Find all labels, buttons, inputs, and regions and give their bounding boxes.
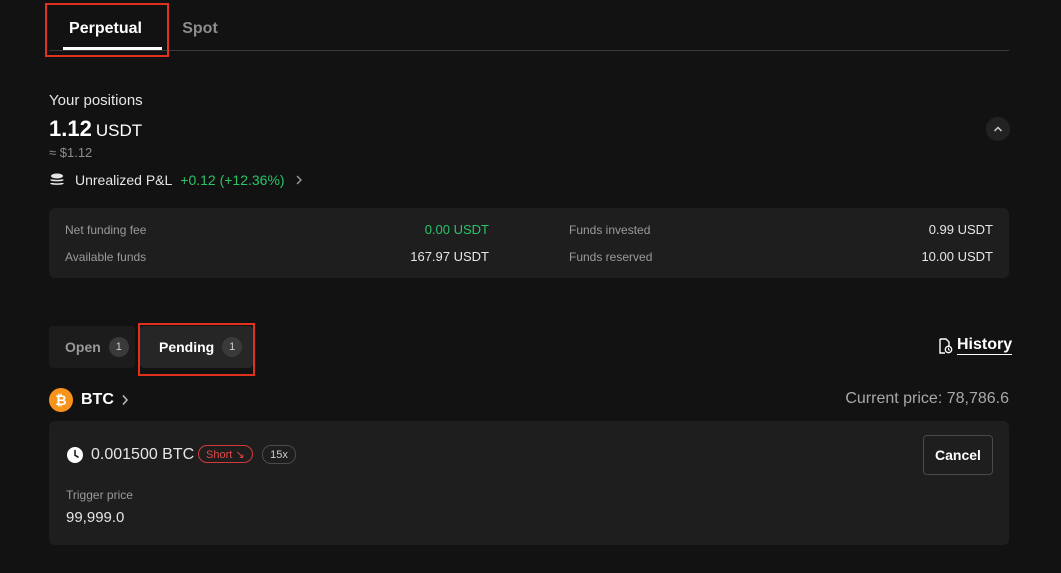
net-funding-fee-label: Net funding fee <box>65 223 147 237</box>
funds-invested-value: 0.99 USDT <box>928 222 993 237</box>
highlight-box-perpetual <box>45 3 169 57</box>
open-tab-label: Open <box>65 339 101 355</box>
btc-logo-icon: ₿ <box>49 388 73 412</box>
positions-amount: 1.12 USDT <box>49 116 142 142</box>
leverage-badge: 15x <box>262 445 296 464</box>
history-label: History <box>957 336 1013 355</box>
unrealized-pnl-row[interactable]: Unrealized P&L +0.12 (+12.36%) <box>49 170 303 190</box>
current-price: Current price: 78,786.6 <box>845 390 1009 407</box>
order-size: 0.001500 BTC <box>91 446 195 463</box>
net-funding-fee-value: 0.00 USDT <box>424 222 489 237</box>
positions-amount-value: 1.12 <box>49 116 92 141</box>
funds-summary-panel <box>49 208 1009 278</box>
funds-reserved-value: 10.00 USDT <box>921 249 993 264</box>
tab-open-orders[interactable]: Open 1 <box>49 326 135 368</box>
open-count-badge: 1 <box>108 337 129 357</box>
funds-invested-label: Funds invested <box>569 223 651 237</box>
pnl-value: +0.12 (+12.36%) <box>180 172 285 188</box>
trigger-price-label: Trigger price <box>66 488 133 502</box>
funds-reserved-label: Funds reserved <box>569 250 653 264</box>
pending-order-card <box>49 421 1009 545</box>
coins-stack-icon <box>50 173 64 185</box>
positions-approx-usd: ≈ $1.12 <box>49 145 93 160</box>
highlight-box-pending <box>138 323 255 376</box>
short-side-badge: Short ↘ <box>198 445 253 463</box>
tab-spot[interactable]: Spot <box>170 8 230 50</box>
positions-label: Your positions <box>49 92 143 109</box>
cancel-order-button[interactable]: Cancel <box>923 435 993 475</box>
pnl-label: Unrealized P&L <box>75 172 173 188</box>
clock-icon <box>67 447 83 463</box>
available-funds-label: Available funds <box>65 250 147 264</box>
chevron-up-icon <box>993 126 1003 132</box>
asset-symbol: BTC <box>81 391 114 408</box>
chevron-right-icon <box>295 172 303 188</box>
trigger-price-value: 99,999.0 <box>66 509 125 526</box>
history-doc-icon <box>939 337 953 354</box>
chevron-right-icon <box>122 395 128 405</box>
collapse-button[interactable] <box>986 117 1010 141</box>
history-link[interactable]: History <box>937 336 1013 355</box>
asset-row-btc[interactable]: ₿ BTC <box>49 388 130 412</box>
positions-amount-unit: USDT <box>95 121 143 140</box>
available-funds-value: 167.97 USDT <box>410 249 489 264</box>
